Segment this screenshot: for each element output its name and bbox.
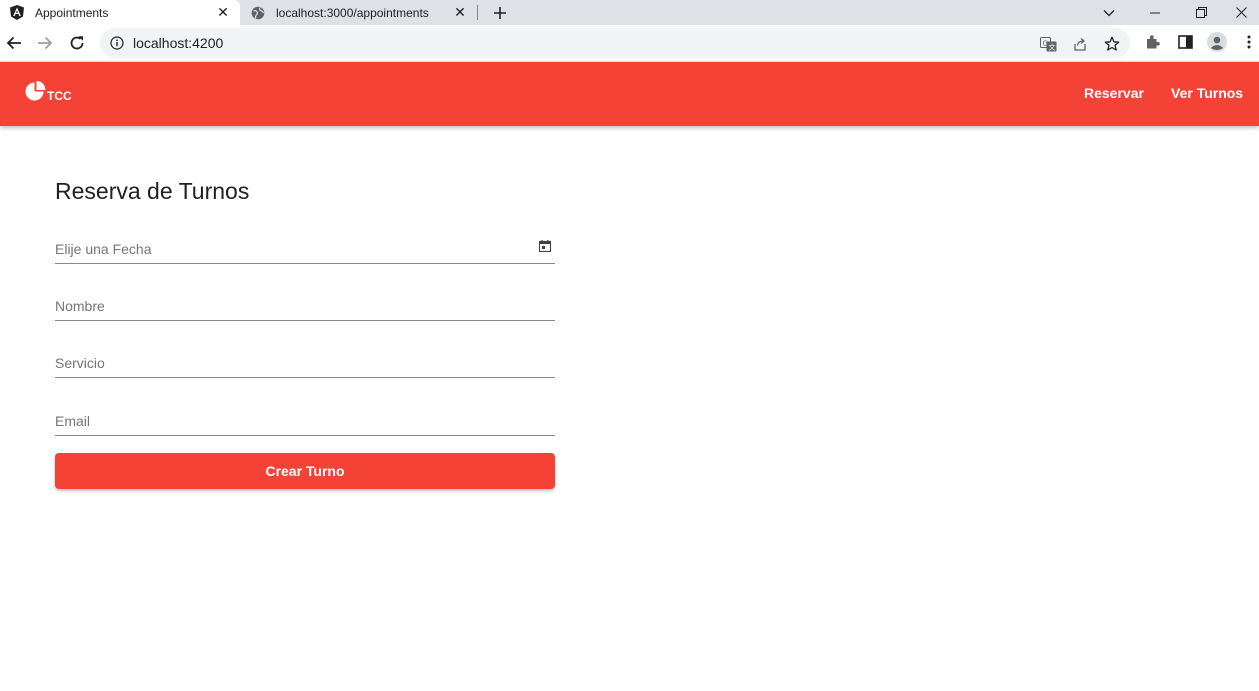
create-appointment-button[interactable]: Crear Turno [55,453,555,489]
pie-chart-logo-icon [25,81,46,101]
globe-icon [250,5,266,21]
tab-title: localhost:3000/appointments [276,5,429,20]
name-input[interactable] [55,295,525,317]
reload-button[interactable] [63,29,91,57]
brand[interactable]: TCC [25,76,72,103]
close-icon [1236,7,1247,18]
tab-divider [477,5,478,20]
calendar-icon[interactable] [539,240,551,252]
close-icon[interactable]: ✕ [215,4,231,21]
info-icon[interactable] [109,35,125,51]
tab-search-button[interactable] [1086,0,1132,25]
new-tab-button[interactable] [489,0,511,25]
restore-icon [1195,7,1207,18]
email-field [55,406,555,436]
star-icon[interactable] [1103,35,1121,53]
nav-ver-turnos[interactable]: Ver Turnos [1171,85,1243,101]
svg-text:文: 文 [1048,42,1055,51]
kebab-menu-icon[interactable] [1240,32,1258,52]
tab-appointments[interactable]: Appointments ✕ [0,0,240,25]
angular-icon [9,5,25,21]
address-bar[interactable]: localhost:4200 G文 [100,28,1130,58]
url-text: localhost:4200 [133,35,224,51]
back-button[interactable] [0,29,28,57]
profile-avatar-icon[interactable] [1207,32,1227,52]
arrow-left-icon [6,36,21,50]
restore-button[interactable] [1178,0,1224,25]
service-input[interactable] [55,352,525,374]
extensions-icon[interactable] [1143,32,1163,52]
email-input[interactable] [55,410,525,432]
share-icon[interactable] [1071,35,1089,53]
plus-icon [494,6,506,19]
page-title: Reserva de Turnos [55,178,250,204]
side-panel-icon[interactable] [1175,32,1195,52]
nav-reservar[interactable]: Reservar [1084,85,1144,101]
minimize-icon [1150,12,1160,13]
forward-button[interactable] [31,29,59,57]
name-field [55,291,555,321]
date-input[interactable] [55,238,525,260]
browser-toolbar: localhost:4200 G文 [0,25,1259,62]
service-field [55,348,555,378]
reload-icon [70,36,84,50]
close-icon[interactable]: ✕ [452,4,468,21]
minimize-button[interactable] [1132,0,1178,25]
app-header: TCC Reservar Ver Turnos [0,62,1259,126]
browser-tab-strip: Appointments ✕ localhost:3000/appointmen… [0,0,1259,25]
window-close-button[interactable] [1224,0,1259,25]
chevron-down-icon [1103,9,1115,16]
brand-name: TCC [47,89,72,103]
tab-title: Appointments [35,5,109,20]
tab-localhost-3000[interactable]: localhost:3000/appointments ✕ [241,0,477,25]
translate-icon[interactable]: G文 [1039,35,1057,53]
arrow-right-icon [38,36,53,50]
date-field [55,234,555,264]
